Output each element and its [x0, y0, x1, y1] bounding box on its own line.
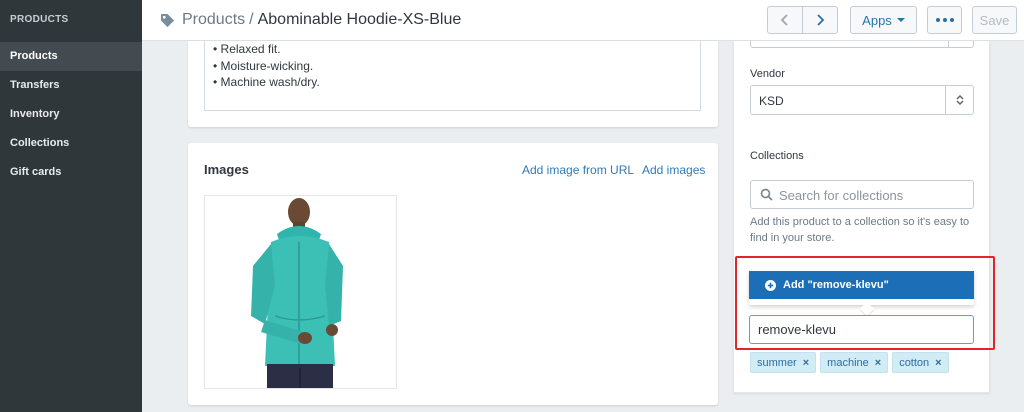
page-title: Abominable Hoodie-XS-Blue — [257, 11, 462, 28]
hoodie-model-image — [251, 198, 343, 388]
add-collection-option[interactable]: Add "remove-klevu" — [749, 271, 974, 299]
collection-tag: machine × — [820, 352, 889, 373]
collection-name-input[interactable] — [749, 315, 974, 344]
description-line: • Machine wash/dry. — [213, 75, 320, 89]
description-line: • Relaxed fit. — [213, 42, 281, 56]
collection-tag: summer × — [750, 352, 817, 373]
product-type-select[interactable] — [750, 41, 974, 48]
apps-button[interactable]: Apps — [850, 6, 917, 34]
save-button[interactable]: Save — [972, 6, 1017, 34]
previous-product-button[interactable] — [767, 6, 803, 34]
collections-search[interactable] — [750, 180, 974, 209]
description-line: • Moisture-wicking. — [213, 58, 314, 73]
apps-label: Apps — [862, 12, 892, 28]
add-images-link[interactable]: Add images — [642, 163, 705, 177]
sidebar-heading: PRODUCTS — [10, 14, 69, 25]
top-bar: Products / Abominable Hoodie-XS-Blue App… — [142, 0, 1024, 41]
product-image[interactable] — [204, 195, 397, 389]
more-actions-button[interactable] — [927, 6, 962, 34]
vendor-value: KSD — [759, 94, 784, 108]
select-arrows-icon — [956, 94, 964, 106]
remove-tag-icon[interactable]: × — [875, 357, 881, 369]
next-product-button[interactable] — [802, 6, 838, 34]
description-editor[interactable]: • Relaxed fit. • Moisture-wicking. • Mac… — [204, 41, 701, 111]
sidebar-item-collections[interactable]: Collections — [0, 129, 142, 158]
images-title: Images — [204, 162, 249, 177]
collection-suggestion-dropdown: Add "remove-klevu" — [749, 270, 974, 317]
sidebar: PRODUCTS Products Transfers Inventory Co… — [0, 0, 142, 412]
images-card: Images Add image from URL Add images — [188, 143, 718, 405]
description-card: • Relaxed fit. • Moisture-wicking. • Mac… — [188, 41, 718, 127]
sidebar-item-products[interactable]: Products — [0, 42, 142, 71]
tag-icon — [160, 13, 175, 27]
vendor-select[interactable]: KSD — [750, 85, 974, 115]
collections-help-text: Add this product to a collection so it's… — [750, 216, 970, 244]
breadcrumb-separator: / — [249, 11, 254, 28]
caret-down-icon — [896, 18, 905, 22]
remove-tag-icon[interactable]: × — [935, 357, 941, 369]
plus-circle-icon — [765, 279, 776, 291]
breadcrumb: Products / Abominable Hoodie-XS-Blue — [160, 0, 461, 40]
search-icon — [760, 188, 773, 201]
sidebar-item-inventory[interactable]: Inventory — [0, 100, 142, 129]
collection-tag-label: summer — [757, 356, 797, 369]
chevron-right-icon — [817, 14, 825, 26]
collections-label: Collections — [750, 150, 804, 162]
sidebar-item-gift-cards[interactable]: Gift cards — [0, 158, 142, 187]
more-icon — [935, 18, 954, 22]
collection-tags: summer × machine × cotton × — [750, 352, 953, 373]
collections-search-input[interactable] — [779, 186, 964, 204]
add-collection-option-label: Add "remove-klevu" — [783, 279, 889, 291]
add-image-from-url-link[interactable]: Add image from URL — [522, 163, 634, 177]
sidebar-item-transfers[interactable]: Transfers — [0, 71, 142, 100]
remove-tag-icon[interactable]: × — [803, 357, 809, 369]
vendor-label: Vendor — [750, 68, 785, 80]
collection-tag-label: machine — [827, 356, 869, 369]
collection-tag: cotton × — [892, 352, 949, 373]
chevron-left-icon — [780, 14, 788, 26]
breadcrumb-products-link[interactable]: Products — [182, 11, 245, 29]
collection-tag-label: cotton — [899, 356, 930, 369]
